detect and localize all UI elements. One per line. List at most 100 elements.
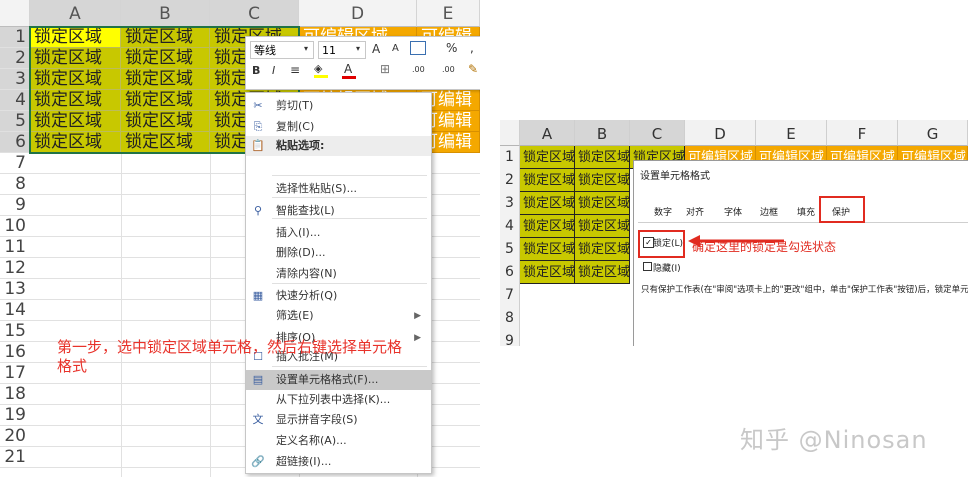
protection-info-text: 只有保护工作表(在"审阅"选项卡上的"更改"组中，单击"保护工作表"按钮)后，锁… — [641, 285, 968, 295]
menu-item[interactable]: 从下拉列表中选择(K)... — [246, 390, 431, 410]
menu-item[interactable]: 筛选(E) ▶ — [246, 306, 431, 326]
menu-separator — [272, 197, 427, 198]
column-header[interactable]: F — [827, 120, 898, 146]
table-cell[interactable]: 锁定区域 — [520, 192, 575, 215]
menu-item[interactable]: ✂ 剪切(T) — [246, 96, 431, 116]
tab-item[interactable]: 填充 — [789, 203, 823, 223]
submenu-arrow-icon: ▶ — [414, 333, 421, 343]
column-header-e[interactable]: E — [417, 0, 480, 27]
row-header[interactable]: 4 — [500, 215, 520, 238]
row-header[interactable]: 10 — [0, 216, 30, 237]
row-header[interactable]: 13 — [0, 279, 30, 300]
row-header[interactable]: 1 — [0, 27, 30, 48]
menu-item[interactable]: ⎘ 复制(C) — [246, 117, 431, 137]
row-header[interactable]: 9 — [0, 195, 30, 216]
column-header[interactable]: D — [685, 120, 756, 146]
column-header[interactable]: G — [898, 120, 968, 146]
column-header[interactable]: C — [630, 120, 685, 146]
row-header[interactable]: 9 — [500, 330, 520, 346]
menu-item[interactable]: 文显示拼音字段(S) — [246, 410, 431, 430]
menu-item[interactable]: 🔗 超链接(I)... — [246, 452, 431, 472]
table-cell[interactable]: 锁定区域 — [575, 192, 630, 215]
shrink-font-icon[interactable]: A — [392, 43, 399, 54]
row-header[interactable]: 4 — [0, 90, 30, 111]
decimal-icon[interactable]: .00 — [412, 65, 425, 74]
menu-item[interactable]: ▦ 快速分析(Q) — [246, 286, 431, 306]
menu-item[interactable]: 选择性粘贴(S)... — [246, 179, 431, 199]
row-header[interactable]: 7 — [0, 153, 30, 174]
italic-icon[interactable]: I — [272, 64, 275, 77]
row-header[interactable]: 20 — [0, 426, 30, 447]
row-header[interactable]: 1 — [500, 146, 520, 169]
row-header[interactable]: 12 — [0, 258, 30, 279]
table-cell[interactable]: 锁定区域 — [520, 146, 575, 169]
number-format-icon[interactable] — [410, 41, 426, 55]
comma-icon[interactable]: , — [470, 41, 474, 55]
row-header[interactable]: 16 — [0, 342, 30, 363]
percent-icon[interactable]: % — [446, 41, 457, 55]
font-color-icon[interactable]: A — [342, 62, 356, 79]
row-header[interactable]: 2 — [0, 48, 30, 69]
callout-text: 确定这里的锁定是勾选状态 — [692, 240, 837, 254]
table-cell[interactable]: 锁定区域 — [520, 261, 575, 284]
menu-item[interactable]: 插入(I)... — [246, 223, 431, 243]
row-header[interactable]: 21 — [0, 447, 30, 468]
menu-item[interactable]: 清除内容(N) — [246, 264, 431, 284]
tab-item[interactable]: 对齐 — [678, 203, 712, 223]
chevron-down-icon[interactable]: ▾ — [356, 44, 360, 53]
row-header[interactable]: 2 — [500, 169, 520, 192]
row-header[interactable]: 3 — [500, 192, 520, 215]
tab-item[interactable]: 边框 — [752, 203, 786, 223]
table-cell[interactable]: 锁定区域 — [575, 238, 630, 261]
table-cell[interactable]: 锁定区域 — [520, 238, 575, 261]
select-all-corner[interactable] — [500, 120, 520, 146]
hidden-checkbox[interactable] — [643, 262, 652, 271]
row-header[interactable]: 8 — [0, 174, 30, 195]
chevron-down-icon[interactable]: ▾ — [304, 44, 308, 53]
column-header-c[interactable]: C — [210, 0, 299, 27]
bold-icon[interactable]: B — [252, 64, 260, 77]
row-header[interactable]: 8 — [500, 307, 520, 330]
table-cell[interactable]: 锁定区域 — [575, 261, 630, 284]
row-header[interactable]: 11 — [0, 237, 30, 258]
decimal-icon[interactable]: .00 — [442, 65, 455, 74]
row-header[interactable]: 17 — [0, 363, 30, 384]
column-header-d[interactable]: D — [299, 0, 417, 27]
row-header[interactable]: 7 — [500, 284, 520, 307]
tab-item[interactable]: 数字 — [646, 203, 680, 223]
column-header-a[interactable]: A — [30, 0, 121, 27]
column-header-b[interactable]: B — [121, 0, 210, 27]
row-header[interactable]: 6 — [500, 261, 520, 284]
menu-item[interactable]: 删除(D)... — [246, 243, 431, 263]
menu-item[interactable]: 定义名称(A)... — [246, 431, 431, 451]
row-header[interactable]: 3 — [0, 69, 30, 90]
column-header[interactable]: E — [756, 120, 827, 146]
table-cell[interactable]: 锁定区域 — [575, 215, 630, 238]
row-header[interactable]: 14 — [0, 300, 30, 321]
table-cell[interactable]: 锁定区域 — [575, 169, 630, 192]
row-header[interactable]: 5 — [500, 238, 520, 261]
select-all-corner[interactable] — [0, 0, 30, 27]
row-header[interactable]: 19 — [0, 405, 30, 426]
watermark: 知乎 @Ninosan — [740, 426, 928, 454]
table-cell[interactable]: 锁定区域 — [520, 215, 575, 238]
grow-font-icon[interactable]: A — [372, 42, 380, 56]
column-header[interactable]: A — [520, 120, 575, 146]
row-header[interactable]: 18 — [0, 384, 30, 405]
row-header[interactable]: 6 — [0, 132, 30, 153]
format-cells-dialog: 设置单元格格式 数字 对齐 字体 边框 填充 保护 ✓ 锁定(L) 隐藏(I) 确定这里的… — [633, 160, 968, 346]
format-painter-icon[interactable]: ✎ — [468, 62, 478, 76]
tab-item[interactable]: 字体 — [716, 203, 750, 223]
table-cell[interactable]: 锁定区域 — [520, 169, 575, 192]
menu-item-label: 复制(C) — [276, 120, 315, 133]
column-header[interactable]: B — [575, 120, 630, 146]
menu-item-label: 定义名称(A)... — [276, 434, 347, 447]
menu-item-label: 从下拉列表中选择(K)... — [276, 393, 391, 406]
row-header[interactable]: 5 — [0, 111, 30, 132]
border-icon[interactable]: ⊞ — [380, 62, 390, 76]
align-icon[interactable]: ≡ — [290, 63, 300, 77]
table-cell[interactable]: 锁定区域 — [575, 146, 630, 169]
row-header[interactable]: 15 — [0, 321, 30, 342]
fill-color-icon[interactable]: ◈ — [314, 62, 328, 78]
menu-separator — [272, 175, 427, 176]
